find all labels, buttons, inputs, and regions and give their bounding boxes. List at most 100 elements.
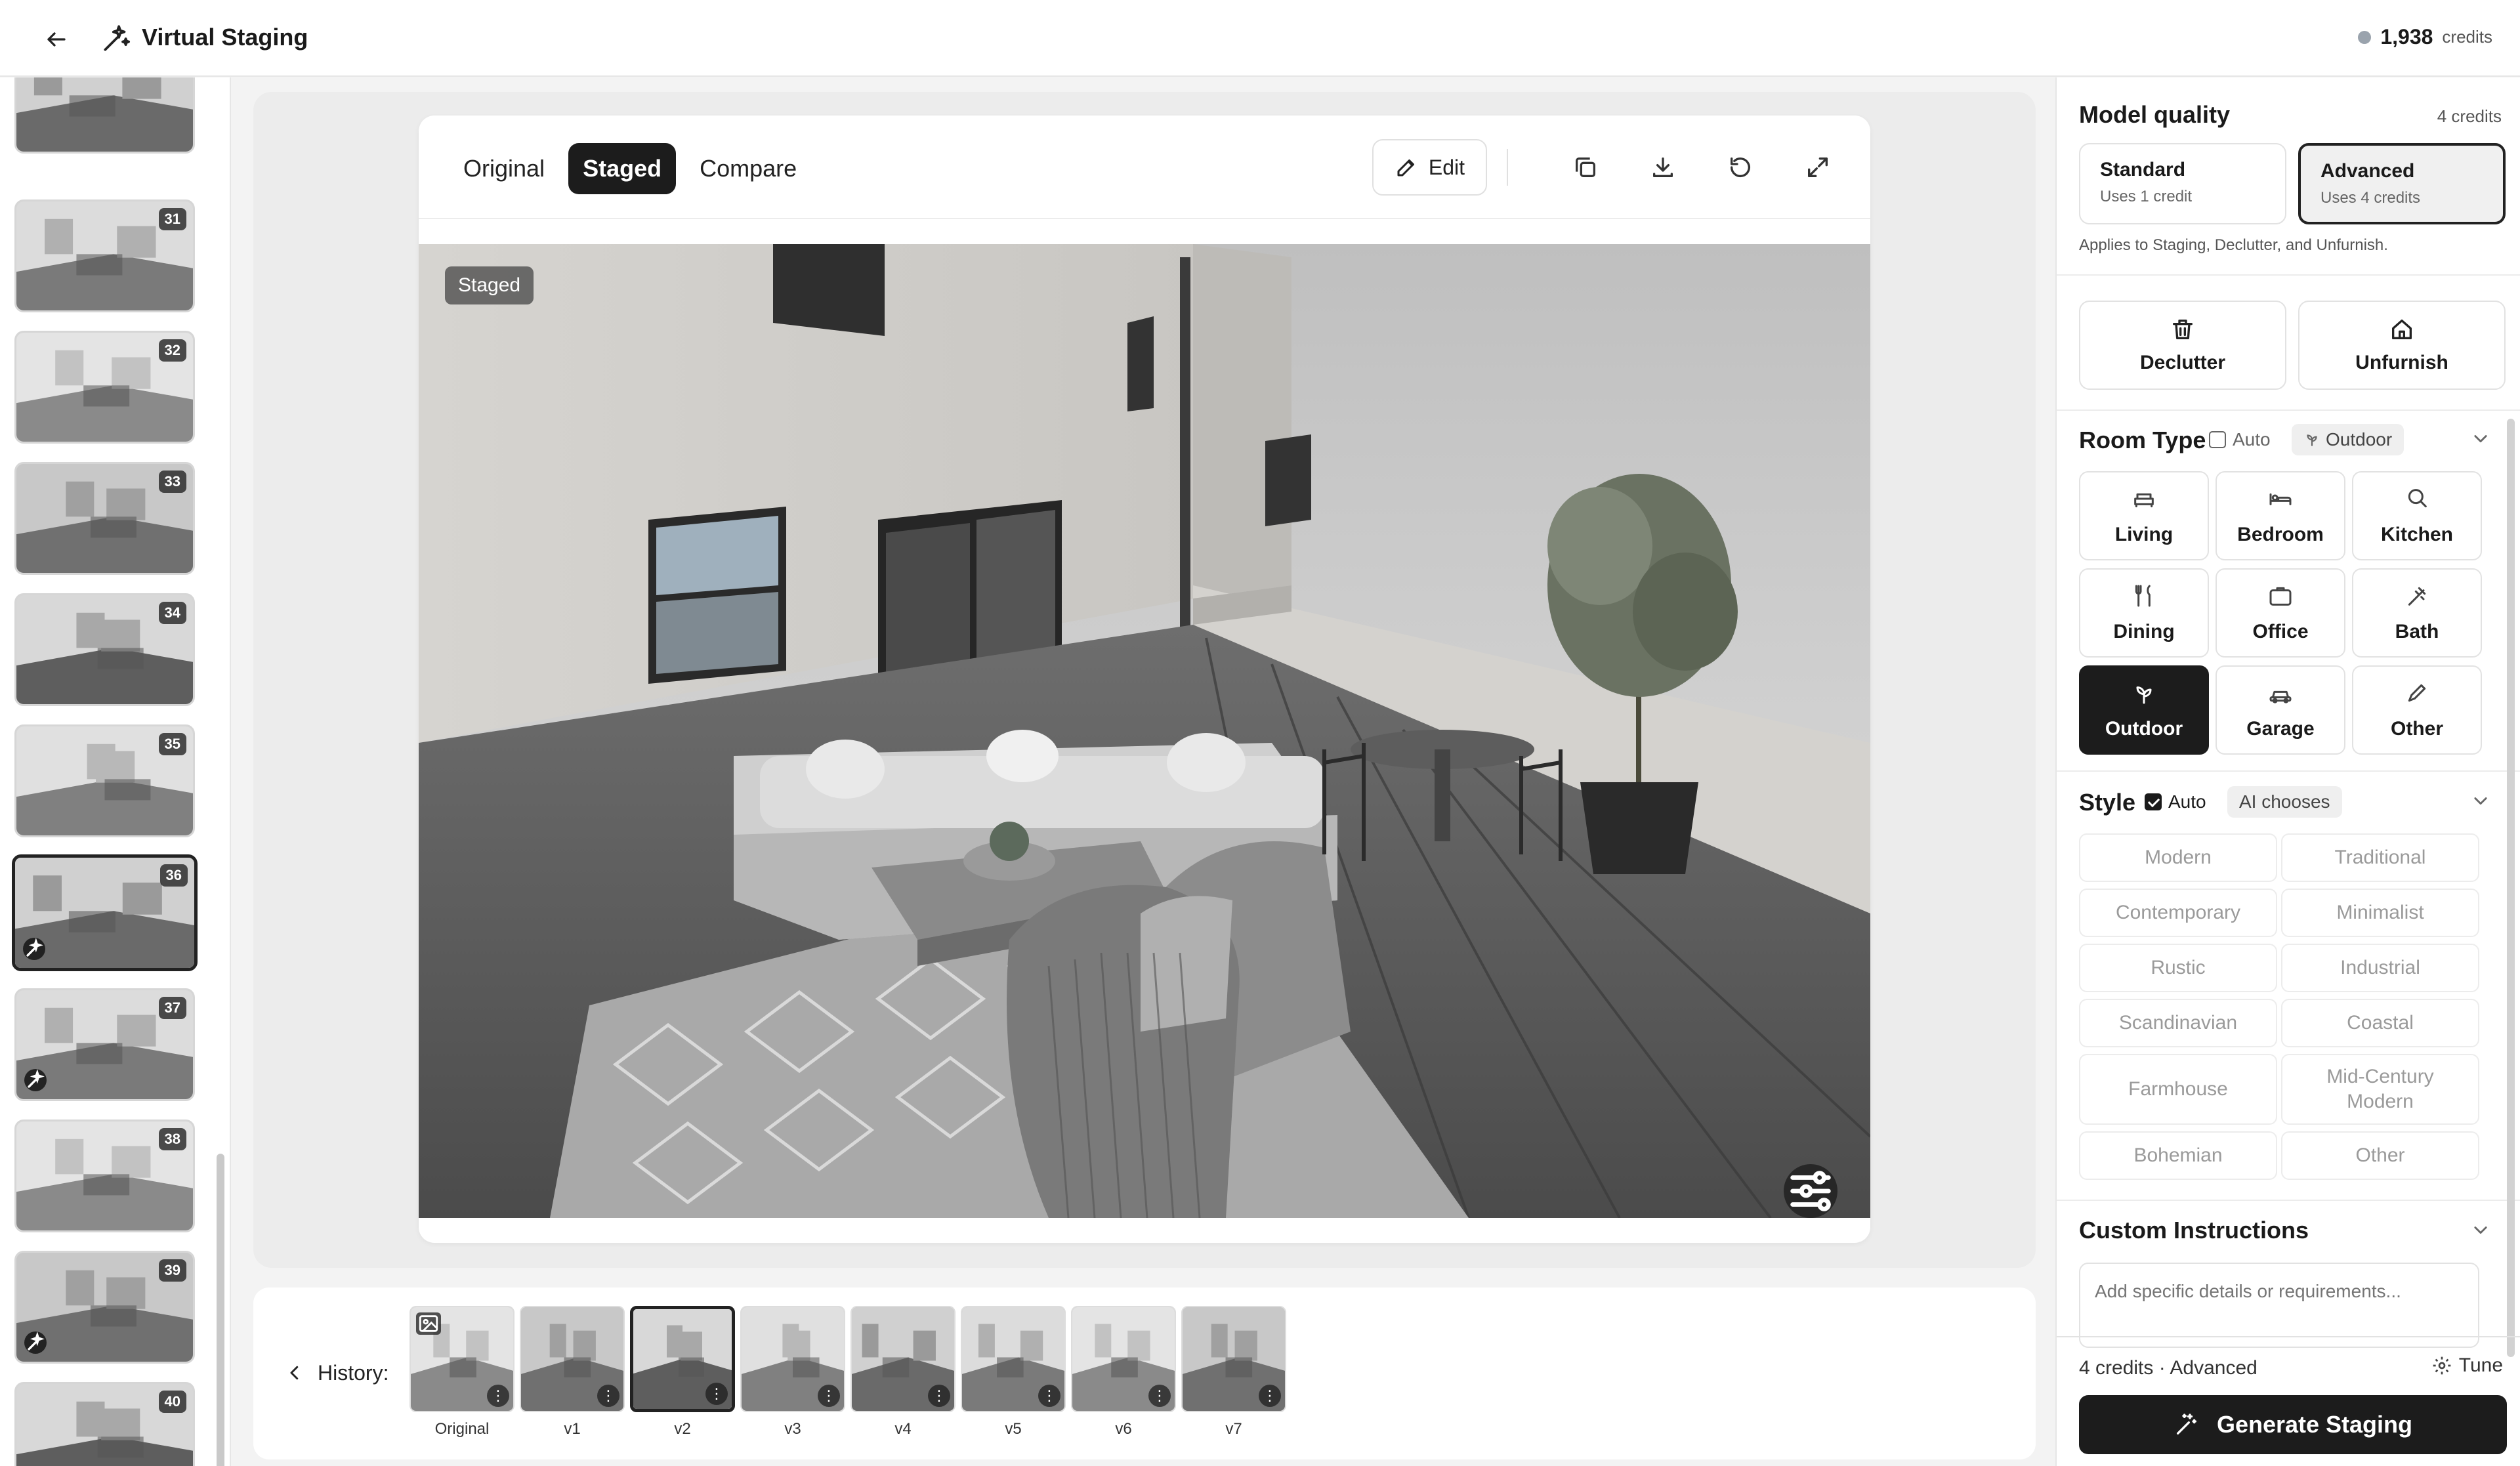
photo-thumbnail[interactable]: 38	[14, 1120, 195, 1232]
history-thumbnail[interactable]: ⋮	[1071, 1306, 1176, 1412]
style-option[interactable]: Contemporary	[2079, 889, 2277, 937]
history-item[interactable]: ⋮ v3	[740, 1306, 845, 1438]
copy-button[interactable]	[1559, 141, 1612, 194]
photo-thumbnail[interactable]: 39	[14, 1251, 195, 1364]
more-vertical-icon[interactable]: ⋮	[705, 1383, 728, 1405]
quality-standard-option[interactable]: Standard Uses 1 credit	[2079, 143, 2286, 224]
style-option[interactable]: Mid-Century Modern	[2281, 1054, 2479, 1125]
custom-instructions-input[interactable]	[2079, 1263, 2479, 1348]
photo-thumbnail[interactable]: 34	[14, 593, 195, 706]
style-option[interactable]: Industrial	[2281, 944, 2479, 992]
history-item[interactable]: ⋮ v7	[1181, 1306, 1286, 1438]
sliders-icon	[1790, 1171, 1831, 1211]
room-type-label: Garage	[2246, 718, 2315, 740]
quality-sub: Uses 4 credits	[2320, 189, 2421, 207]
credits-unit: credits	[2442, 27, 2492, 47]
room-type-label: Living	[2114, 524, 2174, 545]
style-option[interactable]: Rustic	[2079, 944, 2277, 992]
room-type-living[interactable]: Living	[2079, 471, 2209, 560]
more-vertical-icon[interactable]: ⋮	[1148, 1385, 1171, 1407]
download-button[interactable]	[1637, 141, 1689, 194]
history-item[interactable]: ⋮ v4	[850, 1306, 956, 1438]
photo-thumbnail[interactable]: 35	[14, 724, 195, 837]
style-option[interactable]: Bohemian	[2079, 1131, 2277, 1180]
tab-original[interactable]: Original	[449, 143, 559, 194]
style-option[interactable]: Modern	[2079, 833, 2277, 882]
style-option[interactable]: Coastal	[2281, 999, 2479, 1047]
style-option[interactable]: Other	[2281, 1131, 2479, 1180]
panel-scrollbar[interactable]	[2507, 419, 2515, 1357]
history-thumbnail[interactable]: ⋮	[1181, 1306, 1286, 1412]
history-thumbnail[interactable]: ⋮	[410, 1306, 514, 1412]
declutter-button[interactable]: Declutter	[2079, 301, 2286, 390]
room-type-outdoor[interactable]: Outdoor	[2079, 665, 2209, 755]
photo-thumbnail[interactable]: 37	[14, 988, 195, 1101]
back-button[interactable]	[37, 20, 76, 59]
quality-name: Advanced	[2320, 160, 2415, 182]
staged-photo: Staged	[419, 244, 1870, 1218]
style-grid: Modern Traditional Contemporary Minimalist R…	[2079, 833, 2479, 1180]
history-thumbnail[interactable]: ⋮	[630, 1306, 735, 1412]
generate-staging-button[interactable]: Generate Staging	[2079, 1395, 2507, 1454]
tune-button[interactable]: Tune	[2431, 1354, 2503, 1377]
history-item[interactable]: ⋮ v5	[961, 1306, 1066, 1438]
more-vertical-icon[interactable]: ⋮	[1259, 1385, 1281, 1407]
generate-label: Generate Staging	[2216, 1411, 2413, 1438]
style-auto-toggle[interactable]: Auto	[2145, 791, 2206, 812]
history-item[interactable]: ⋮ v1	[520, 1306, 625, 1438]
style-option[interactable]: Traditional	[2281, 833, 2479, 882]
footer-divider	[2057, 1336, 2520, 1337]
car-icon	[2269, 690, 2292, 703]
maximize-icon	[1808, 157, 1828, 177]
photo-thumbnail[interactable]: 32	[14, 331, 195, 444]
tab-staged[interactable]: Staged	[568, 143, 677, 194]
history-thumbnail[interactable]: ⋮	[520, 1306, 625, 1412]
room-type-garage[interactable]: Garage	[2216, 665, 2345, 755]
history-thumbnail[interactable]: ⋮	[850, 1306, 956, 1412]
more-vertical-icon[interactable]: ⋮	[1038, 1385, 1060, 1407]
style-collapse-button[interactable]	[2469, 789, 2492, 812]
reset-button[interactable]	[1714, 141, 1767, 194]
room-type-kitchen[interactable]: Kitchen	[2352, 471, 2482, 560]
magic-wand-icon	[2176, 1414, 2196, 1435]
room-type-collapse-button[interactable]	[2469, 427, 2492, 450]
style-option[interactable]: Farmhouse	[2079, 1054, 2277, 1125]
edit-button[interactable]: Edit	[1372, 139, 1487, 196]
thumbnail-number: 40	[158, 1391, 186, 1413]
settings-panel: Model quality 4 credits Standard Uses 1 …	[2055, 77, 2520, 1466]
history-item[interactable]: ⋮ v6	[1071, 1306, 1176, 1438]
photo-thumbnail[interactable]: 33	[14, 462, 195, 575]
style-option[interactable]: Scandinavian	[2079, 999, 2277, 1047]
room-type-auto-checkbox[interactable]	[2209, 431, 2226, 448]
room-type-bedroom[interactable]: Bedroom	[2216, 471, 2345, 560]
history-item[interactable]: ⋮ Original	[410, 1306, 514, 1438]
photo-thumbnail[interactable]: 30	[14, 77, 195, 154]
more-vertical-icon[interactable]: ⋮	[597, 1385, 620, 1407]
history-prev-button[interactable]	[278, 1356, 311, 1389]
room-type-dining[interactable]: Dining	[2079, 568, 2209, 658]
unfurnish-button[interactable]: Unfurnish	[2298, 301, 2506, 390]
history-thumbnail[interactable]: ⋮	[740, 1306, 845, 1412]
fullscreen-button[interactable]	[1792, 141, 1844, 194]
adjust-button[interactable]	[1784, 1164, 1838, 1218]
history-caption: Original	[434, 1420, 490, 1438]
photo-thumbnail[interactable]: 31	[14, 199, 195, 312]
photo-thumbnail[interactable]: 40	[14, 1382, 195, 1466]
photo-thumbnail[interactable]: 36	[12, 854, 198, 971]
style-option[interactable]: Minimalist	[2281, 889, 2479, 937]
room-type-other[interactable]: Other	[2352, 665, 2482, 755]
history-item[interactable]: ⋮ v2	[630, 1306, 735, 1438]
more-vertical-icon[interactable]: ⋮	[928, 1385, 950, 1407]
tab-compare[interactable]: Compare	[685, 143, 811, 194]
custom-collapse-button[interactable]	[2469, 1218, 2492, 1242]
room-type-selected-label: Outdoor	[2326, 429, 2393, 450]
room-type-auto-toggle[interactable]: Auto	[2209, 429, 2271, 450]
more-vertical-icon[interactable]: ⋮	[818, 1385, 840, 1407]
room-type-office[interactable]: Office	[2216, 568, 2345, 658]
history-thumbnail[interactable]: ⋮	[961, 1306, 1066, 1412]
room-type-bath[interactable]: Bath	[2352, 568, 2482, 658]
rail-scrollbar[interactable]	[217, 1154, 224, 1466]
quality-advanced-option[interactable]: Advanced Uses 4 credits	[2298, 143, 2506, 224]
more-vertical-icon[interactable]: ⋮	[487, 1385, 509, 1407]
style-auto-checkbox[interactable]	[2145, 793, 2162, 810]
